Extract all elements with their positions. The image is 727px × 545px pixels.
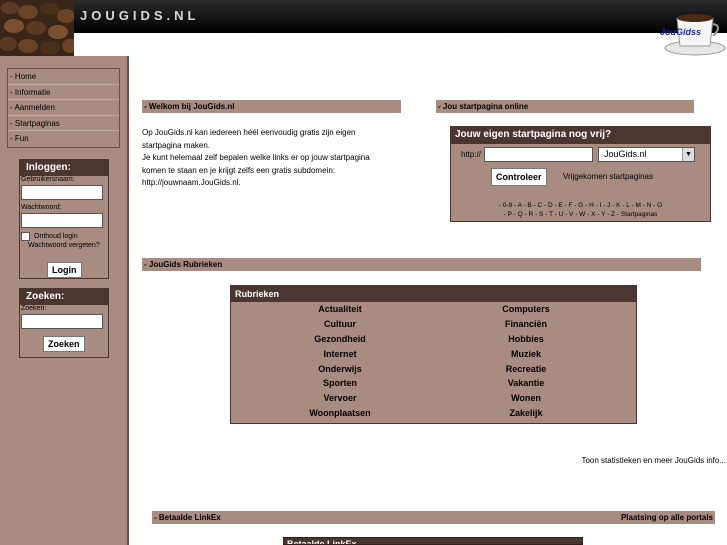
username-label: Gebruikersnaam: (21, 176, 75, 183)
category-link[interactable]: Sporten (265, 378, 415, 388)
category-link[interactable]: Onderwijs (265, 364, 415, 374)
page: JOUGIDS.NL JouGidss - Home - Informatie … (0, 0, 727, 545)
alphabet-row-2[interactable]: - P - Q - R - S - T - U - V - W - X - Y … (451, 211, 710, 218)
category-link[interactable]: Internet (265, 349, 415, 359)
password-input[interactable] (21, 213, 103, 228)
welcome-line: Op JouGids.nl kan iedereen héél eenvoudi… (142, 128, 356, 137)
sidebar: - Home - Informatie - Aanmelden - Startp… (0, 56, 129, 545)
http-label: http:// (461, 150, 482, 159)
category-link[interactable]: Vakantie (451, 378, 601, 388)
rubrieken-box: Rubrieken Actualiteit Cultuur Gezondheid… (230, 285, 637, 424)
login-button[interactable]: Login (47, 262, 82, 278)
startpagina-title: Jouw eigen startpagina nog vrij? (451, 127, 710, 144)
category-link[interactable]: Cultuur (265, 319, 415, 329)
username-input[interactable] (21, 185, 103, 200)
category-link[interactable]: Wonen (451, 393, 601, 403)
search-label: Zoeken: (21, 305, 47, 312)
login-box: Inloggen: Gebruikersnaam: Wachtwoord: On… (19, 159, 109, 279)
category-link[interactable]: Vervoer (265, 393, 415, 403)
category-link[interactable]: Zakelijk (451, 408, 601, 418)
category-link[interactable]: Gezondheid (265, 334, 415, 344)
subdomain-input[interactable] (484, 147, 593, 162)
category-link[interactable]: Muziek (451, 349, 601, 359)
category-link[interactable]: Hobbies (451, 334, 601, 344)
nav-item-home[interactable]: - Home (8, 69, 119, 85)
search-input[interactable] (21, 314, 103, 329)
linkex-box-title: Betaalde LinkEx (283, 537, 583, 545)
rubrieken-title: Rubrieken (231, 286, 636, 302)
linkex-placement-link[interactable]: Plaatsing op alle portals (621, 511, 713, 524)
free-startpaginas-link[interactable]: Vrijgekomen startpaginas (563, 172, 653, 181)
domain-select-value: JouGids.nl (604, 149, 647, 159)
remember-checkbox[interactable] (21, 232, 30, 241)
welcome-line: http://jouwnaam.JouGids.nl. (142, 178, 241, 187)
search-title: Zoeken: (20, 289, 108, 305)
welcome-line: komen te staan en je krijgt zelfs een gr… (142, 165, 335, 175)
forgot-password-link[interactable]: Wachtwoord vergeten? (28, 242, 108, 249)
nav-item-startpaginas[interactable]: - Startpaginas (8, 116, 119, 131)
nav-item-fun[interactable]: - Fun (8, 131, 119, 147)
login-title: Inloggen: (20, 160, 108, 176)
domain-select[interactable]: JouGids.nl ▼ (598, 147, 695, 162)
remember-row: Onthoud login (21, 232, 108, 241)
stats-link[interactable]: Toon statistieken en meer JouGids info..… (560, 456, 726, 465)
password-label: Wachtwoord: (21, 204, 62, 211)
category-link[interactable]: Computers (451, 304, 601, 314)
nav-item-aanmelden[interactable]: - Aanmelden (8, 100, 119, 116)
welcome-line: startpagina maken. (142, 140, 211, 150)
site-logo-text: JOUGIDS.NL (80, 8, 200, 23)
cup-label: JouGidss (660, 27, 702, 37)
welcome-bar: - Welkom bij JouGids.nl (142, 100, 401, 113)
coffee-beans-logo (0, 0, 74, 56)
check-button[interactable]: Controleer (491, 168, 547, 186)
category-link[interactable]: Woonplaatsen (265, 408, 415, 418)
startpagina-box: Jouw eigen startpagina nog vrij? http://… (450, 126, 711, 222)
startpagina-bar: - Jou startpagina online (436, 100, 694, 113)
sidebar-nav: - Home - Informatie - Aanmelden - Startp… (7, 68, 120, 148)
welcome-text: Op JouGids.nl kan iedereen héél eenvoudi… (142, 127, 432, 190)
rubrieken-bar: - JouGids Rubrieken (142, 258, 701, 271)
linkex-bar: - Betaalde LinkEx Plaatsing op alle port… (152, 511, 715, 524)
remember-label: Onthoud login (34, 233, 78, 240)
header: JOUGIDS.NL JouGidss (0, 0, 727, 56)
alphabet-row-1[interactable]: - 0-9 - A - B - C - D - E - F - G - H - … (451, 202, 710, 209)
chevron-down-icon[interactable]: ▼ (682, 148, 694, 161)
welcome-line: Je kunt helemaal zelf bepalen welke link… (142, 153, 370, 162)
linkex-bar-title: - Betaalde LinkEx (154, 513, 221, 522)
nav-item-informatie[interactable]: - Informatie (8, 85, 119, 100)
category-link[interactable]: Financiën (451, 319, 601, 329)
category-link[interactable]: Actualiteit (265, 304, 415, 314)
category-link[interactable]: Recreatie (451, 364, 601, 374)
search-button[interactable]: Zoeken (43, 336, 85, 352)
search-box: Zoeken: Zoeken: Zoeken (19, 288, 109, 358)
